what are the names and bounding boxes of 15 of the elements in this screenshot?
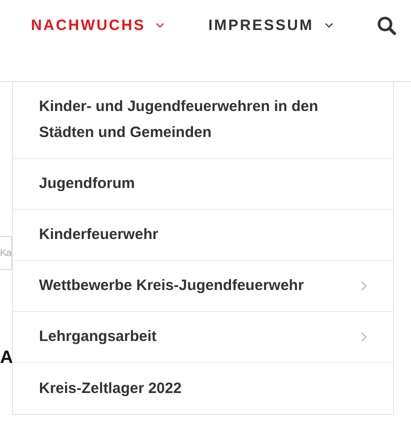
heading-text: A xyxy=(0,347,12,368)
dropdown-item[interactable]: Kreis-Zeltlager 2022 xyxy=(13,363,393,414)
dropdown-item[interactable]: Kinder- und Jugendfeuerwehren in den Städten und Gemeinden xyxy=(13,82,393,159)
chevron-down-icon xyxy=(324,23,333,28)
chevron-down-icon xyxy=(156,23,164,28)
search-icon xyxy=(376,16,396,35)
dropdown-item[interactable]: Kinderfeuerwehr xyxy=(13,210,393,261)
nav-menu-item[interactable]: IMPRESSUM xyxy=(208,16,333,35)
chevron-right-icon xyxy=(361,281,367,291)
dropdown-item[interactable]: Lehrgangsarbeit xyxy=(13,312,393,363)
search-button[interactable] xyxy=(376,16,396,35)
dropdown-item[interactable]: Jugendforum xyxy=(13,159,393,210)
chevron-right-icon xyxy=(361,332,367,342)
nav-menu-item[interactable]: NACHWUCHS xyxy=(31,16,164,35)
dropdown-item[interactable]: Wettbewerbe Kreis-Jugendfeuerwehr xyxy=(13,261,393,312)
